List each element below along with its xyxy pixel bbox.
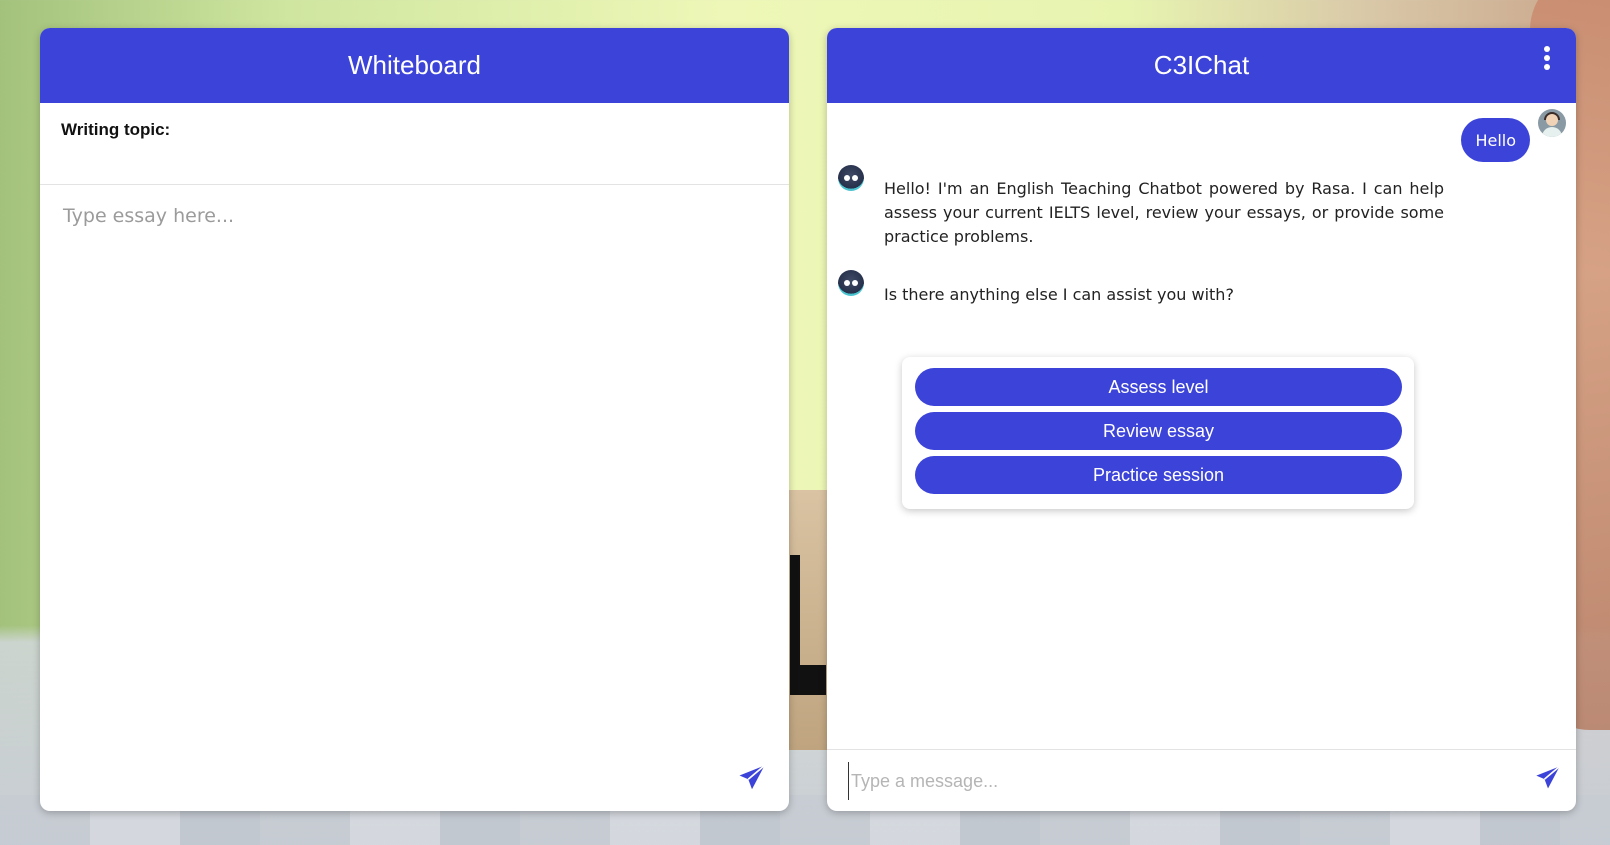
background-letter-l	[790, 555, 826, 695]
message-composer	[827, 749, 1576, 811]
writing-topic-label: Writing topic:	[61, 120, 171, 139]
chat-header: C3IChat	[827, 28, 1576, 103]
chat-title: C3IChat	[1153, 50, 1250, 80]
review-essay-button[interactable]: Review essay	[915, 412, 1402, 450]
quick-replies-card: Assess level Review essay Practice sessi…	[902, 357, 1414, 509]
message-input[interactable]	[848, 762, 1493, 800]
essay-send-button[interactable]	[737, 763, 767, 793]
bot-avatar	[838, 165, 864, 191]
send-icon	[1536, 765, 1561, 789]
message-send-button[interactable]	[1534, 764, 1562, 792]
whiteboard-title: Whiteboard	[348, 50, 481, 80]
essay-input[interactable]	[40, 185, 789, 745]
whiteboard-header: Whiteboard	[40, 28, 789, 103]
send-icon	[739, 764, 766, 790]
bot-message: Is there anything else I can assist you …	[884, 285, 1234, 304]
writing-topic-area: Writing topic:	[40, 103, 789, 185]
chat-panel: C3IChat Hello Hello! I'm an English Teac…	[827, 28, 1576, 811]
chat-messages: Hello Hello! I'm an English Teaching Cha…	[827, 103, 1576, 738]
practice-session-button[interactable]: Practice session	[915, 456, 1402, 494]
bot-avatar	[838, 270, 864, 296]
whiteboard-panel: Whiteboard Writing topic:	[40, 28, 789, 811]
user-message-bubble: Hello	[1461, 118, 1530, 162]
user-avatar	[1538, 109, 1566, 137]
essay-area	[40, 185, 789, 745]
bot-message: Hello! I'm an English Teaching Chatbot p…	[884, 179, 1444, 246]
more-vertical-icon[interactable]	[1542, 46, 1552, 70]
assess-level-button[interactable]: Assess level	[915, 368, 1402, 406]
